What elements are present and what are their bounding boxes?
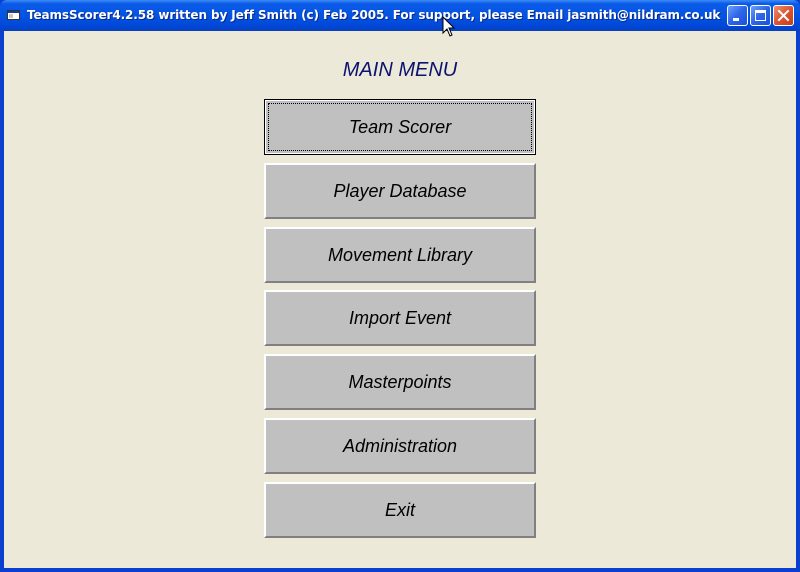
administration-button[interactable]: Administration: [264, 418, 536, 474]
minimize-button[interactable]: [727, 5, 748, 26]
button-label: Masterpoints: [348, 371, 452, 392]
import-event-button[interactable]: Import Event: [264, 290, 536, 346]
app-window: TeamsScorer4.2.58 written by Jeff Smith …: [0, 0, 800, 572]
button-label: Import Event: [348, 307, 452, 328]
team-scorer-button[interactable]: Team Scorer: [264, 99, 536, 155]
button-label: Player Database: [333, 180, 467, 201]
button-label: Movement Library: [327, 244, 473, 265]
app-window-icon[interactable]: [7, 9, 20, 20]
minimize-icon: [733, 18, 739, 21]
movement-library-button[interactable]: Movement Library: [264, 227, 536, 283]
maximize-icon: [755, 10, 766, 21]
mouse-cursor-icon: [442, 16, 456, 37]
close-button[interactable]: [773, 5, 794, 26]
masterpoints-button[interactable]: Masterpoints: [264, 354, 536, 410]
button-label: Administration: [342, 435, 458, 456]
exit-button[interactable]: Exit: [264, 482, 536, 538]
title-bar[interactable]: TeamsScorer4.2.58 written by Jeff Smith …: [0, 0, 800, 31]
window-title: TeamsScorer4.2.58 written by Jeff Smith …: [27, 8, 721, 22]
focus-ring: [268, 103, 532, 151]
button-label: Exit: [384, 499, 415, 520]
close-icon: [777, 9, 790, 22]
maximize-button[interactable]: [750, 5, 771, 26]
main-menu-heading: MAIN MENU: [342, 59, 458, 81]
main-menu-panel: MAIN MENU Team Scorer Player Database Mo…: [4, 31, 796, 568]
player-database-button[interactable]: Player Database: [264, 163, 536, 219]
